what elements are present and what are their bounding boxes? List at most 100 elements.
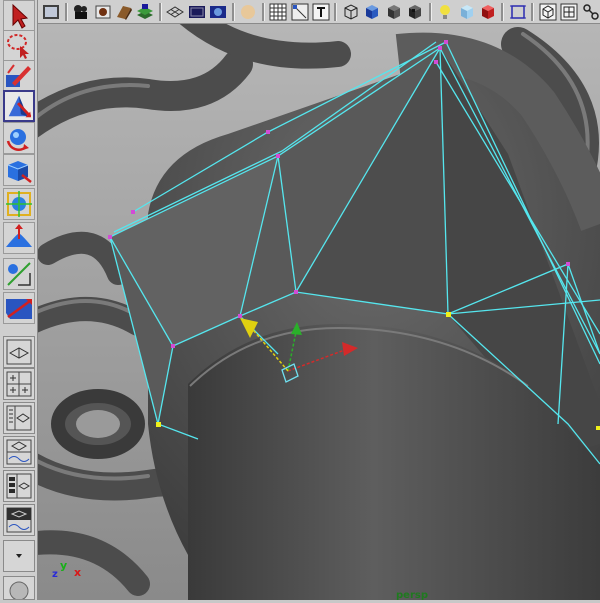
dark-cube-button[interactable] — [406, 2, 424, 22]
display-shaded-button[interactable] — [188, 2, 206, 22]
last-tool-button[interactable] — [3, 292, 35, 324]
grid-box-button[interactable] — [560, 2, 578, 22]
move-tool-button[interactable] — [3, 90, 35, 122]
red-cube-button[interactable] — [479, 2, 497, 22]
axis-indicator-z: z — [52, 569, 58, 580]
frame-selected-button[interactable] — [509, 2, 527, 22]
vertex[interactable] — [108, 235, 112, 239]
shelf-separator — [230, 2, 236, 22]
vertex[interactable] — [444, 40, 448, 44]
blue-cube-icon — [366, 4, 379, 19]
soft-mod-button[interactable] — [3, 222, 35, 254]
hypershade-persp-icon — [6, 473, 32, 499]
hypershade-icon — [95, 5, 111, 18]
selected-vertex[interactable] — [446, 312, 451, 317]
rotate-tool-icon — [6, 129, 29, 151]
persp-graph-button[interactable] — [3, 504, 35, 536]
axis-indicator-x: x — [74, 566, 82, 579]
shelf-separator — [333, 2, 339, 22]
vertex[interactable] — [171, 344, 175, 348]
paint-select-button[interactable] — [3, 60, 35, 92]
selected-vertex[interactable] — [596, 426, 600, 430]
vertex[interactable] — [276, 154, 280, 158]
clapper-button[interactable] — [72, 2, 90, 22]
ice-cube-icon — [460, 4, 473, 19]
shelf-separator — [530, 2, 536, 22]
layout-dropdown-icon — [16, 554, 22, 558]
graph-persp-button[interactable] — [3, 436, 35, 468]
layer-button[interactable] — [136, 2, 154, 22]
blue-cube-button[interactable] — [363, 2, 381, 22]
maya-window: y x z persp — [0, 0, 600, 601]
sphere-button[interactable] — [239, 2, 257, 22]
vertex[interactable] — [238, 314, 242, 318]
single-pane-icon — [6, 339, 32, 365]
checker-icon — [269, 3, 287, 20]
camera-name-label: persp — [396, 590, 428, 600]
move-tool-icon — [8, 95, 32, 118]
shelf-separator — [500, 2, 506, 22]
hypershade-button[interactable] — [93, 2, 111, 22]
persp-graph-icon — [6, 507, 32, 533]
vertex[interactable] — [438, 46, 442, 50]
vertex[interactable] — [566, 262, 570, 266]
wire-box-button[interactable] — [539, 2, 557, 22]
grey-cube-button[interactable] — [385, 2, 403, 22]
script-editor-button[interactable] — [3, 576, 35, 601]
render-globals-button[interactable] — [115, 2, 133, 22]
layout-dropdown-button[interactable] — [3, 540, 35, 572]
checker-button[interactable] — [269, 2, 287, 22]
rotate-tool-button[interactable] — [3, 122, 35, 154]
text-icon — [312, 3, 330, 20]
light-bulb-button[interactable] — [436, 2, 454, 22]
scale-tool-button[interactable] — [3, 154, 35, 186]
paint-select-icon — [6, 64, 31, 87]
text-button[interactable] — [312, 2, 330, 22]
sphere-icon — [241, 4, 256, 19]
wire-cube-button[interactable] — [342, 2, 360, 22]
graph-persp-icon — [6, 439, 32, 465]
select-tool-icon — [12, 3, 29, 29]
grid-snap-button[interactable] — [166, 2, 185, 22]
light-bulb-icon — [440, 4, 451, 19]
uv-snap-icon — [291, 3, 309, 20]
connect-button[interactable] — [582, 2, 600, 22]
vertex[interactable] — [294, 290, 298, 294]
universal-manip-button[interactable] — [3, 188, 35, 220]
scene-canvas — [38, 24, 600, 600]
soft-mod-icon — [6, 224, 32, 247]
hypershade-persp-button[interactable] — [3, 470, 35, 502]
last-tool-icon — [6, 299, 32, 319]
camera-icon — [210, 5, 227, 18]
lasso-tool-button[interactable] — [3, 30, 35, 62]
ice-cube-button[interactable] — [457, 2, 475, 22]
outliner-persp-button[interactable] — [3, 402, 35, 434]
perspective-viewport[interactable]: y x z persp — [38, 24, 600, 600]
clapper-icon — [74, 4, 88, 19]
render-globals-icon — [117, 5, 132, 20]
selected-vertex[interactable] — [156, 422, 161, 427]
red-cube-icon — [481, 4, 494, 19]
uv-snap-button[interactable] — [290, 2, 309, 22]
connect-icon — [582, 3, 599, 20]
four-pane-icon — [6, 371, 32, 397]
vertex[interactable] — [131, 210, 135, 214]
wire-cube-icon — [344, 3, 358, 20]
render-view-button[interactable] — [42, 2, 60, 22]
shelf-separator — [63, 2, 69, 22]
layer-icon — [137, 3, 154, 19]
axis-indicator-y: y — [60, 559, 68, 572]
ring-hole — [76, 410, 120, 438]
show-manip-button[interactable] — [3, 258, 35, 290]
shelf-separator — [158, 2, 164, 22]
status-shelf — [38, 0, 600, 24]
four-pane-button[interactable] — [3, 368, 35, 400]
display-shaded-icon — [188, 5, 205, 18]
vertex[interactable] — [434, 60, 438, 64]
render-view-icon — [43, 4, 60, 19]
camera-button[interactable] — [209, 2, 227, 22]
grey-cube-icon — [387, 4, 400, 19]
select-tool-button[interactable] — [3, 0, 35, 32]
vertex[interactable] — [266, 130, 270, 134]
single-pane-button[interactable] — [3, 336, 35, 368]
